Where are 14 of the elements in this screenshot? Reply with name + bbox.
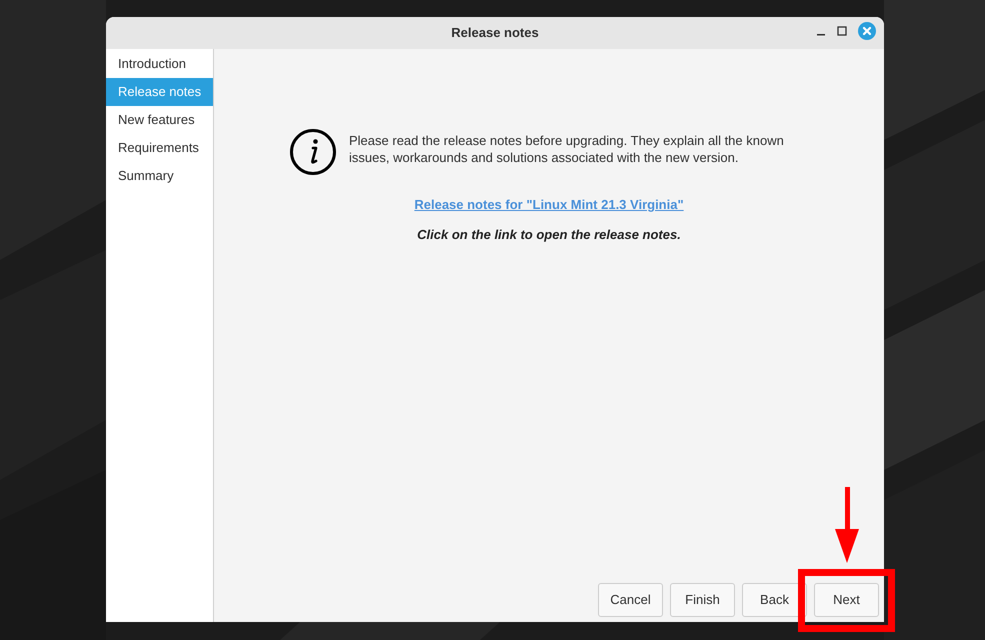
wizard-button[interactable]: Cancel	[598, 583, 663, 617]
wizard-button[interactable]: Next	[814, 583, 879, 617]
sidebar-item[interactable]: Introduction	[106, 50, 213, 78]
info-message: Please read the release notes before upgrading. They explain all the known issues, workarounds and solutions associated with the new version.	[349, 132, 785, 166]
sidebar-item[interactable]: Summary	[106, 162, 213, 190]
close-icon[interactable]	[858, 22, 876, 40]
maximize-icon[interactable]	[837, 26, 847, 36]
sidebar-item[interactable]: New features	[106, 106, 213, 134]
wizard-button[interactable]: Finish	[670, 583, 735, 617]
sidebar-item[interactable]: Requirements	[106, 134, 213, 162]
info-icon	[289, 128, 337, 176]
window-title: Release notes	[451, 24, 539, 42]
arrow-icon	[834, 487, 860, 563]
hint-text: Click on the link to open the release notes.	[417, 226, 681, 244]
